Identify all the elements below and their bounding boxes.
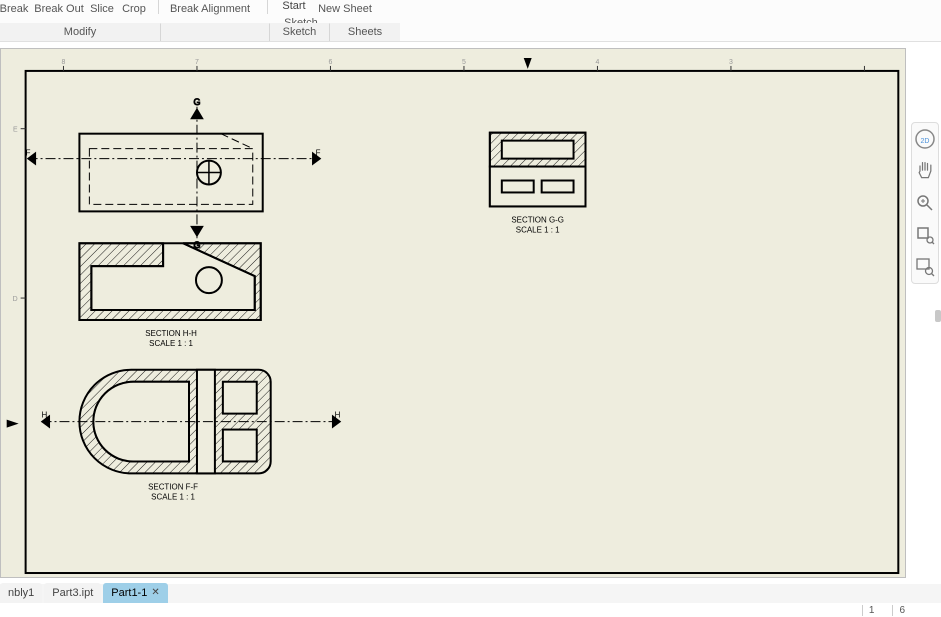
pan-hand-icon[interactable] <box>914 160 936 182</box>
svg-text:D: D <box>13 296 18 303</box>
section-f-f: H H SECTION F-F SCALE 1 : 1 <box>42 370 341 502</box>
start-sketch-button[interactable]: Start <box>272 0 316 14</box>
panel-sheets[interactable]: Sheets <box>330 23 400 41</box>
section-ff-scale: SCALE 1 : 1 <box>151 492 195 501</box>
marker-G-top: G <box>193 97 200 107</box>
status-page-current: 1 <box>862 605 881 616</box>
status-page-total: 6 <box>892 605 911 616</box>
ribbon-row-1: Break Break Out Slice Crop Break Alignme… <box>0 0 941 14</box>
svg-text:2D: 2D <box>921 138 930 145</box>
marker-H-left: H <box>42 411 48 420</box>
svg-text:8: 8 <box>62 59 66 66</box>
statusbar: 1 6 <box>0 603 941 617</box>
look-at-icon[interactable] <box>914 224 936 246</box>
ribbon-divider <box>267 0 268 14</box>
section-hh-scale: SCALE 1 : 1 <box>149 339 193 348</box>
svg-text:7: 7 <box>195 59 199 66</box>
marker-H-right: H <box>335 411 341 420</box>
zoom-window-icon[interactable] <box>914 256 936 278</box>
panel-sketch[interactable]: Sketch <box>270 23 330 41</box>
section-ff-title: SECTION F-F <box>148 482 198 491</box>
section-h-h: SECTION H-H SCALE 1 : 1 <box>79 243 260 348</box>
panel-ba-spacer <box>160 23 270 41</box>
cursor-marker-top <box>524 58 532 69</box>
close-icon[interactable]: ✕ <box>151 588 159 598</box>
svg-text:E: E <box>13 127 18 134</box>
drawing-sheet[interactable]: 8 7 6 5 4 3 E D <box>0 48 906 578</box>
svg-text:4: 4 <box>596 59 600 66</box>
svg-text:6: 6 <box>329 59 333 66</box>
start-sketch-top: Start <box>282 0 305 12</box>
cursor-marker-left <box>7 420 19 428</box>
ribbon-divider <box>158 0 159 14</box>
ribbon-panels: Modify Sketch Sheets <box>0 23 941 41</box>
tab-part1-1[interactable]: Part1-1 ✕ <box>103 583 167 603</box>
svg-text:5: 5 <box>462 59 466 66</box>
drawing-canvas-area: 8 7 6 5 4 3 E D <box>0 42 941 584</box>
document-tabs: nbly1 Part3.ipt Part1-1 ✕ <box>0 583 170 603</box>
section-gg-scale: SCALE 1 : 1 <box>516 225 560 234</box>
panel-modify[interactable]: Modify <box>0 23 160 41</box>
nav-2d-icon[interactable]: 2D <box>914 128 936 150</box>
top-plan-view: G G F F <box>26 97 321 250</box>
tab-assembly1[interactable]: nbly1 <box>0 583 42 603</box>
marker-F-right: F <box>316 149 321 158</box>
svg-text:3: 3 <box>729 59 733 66</box>
section-g-g: SECTION G-G SCALE 1 : 1 <box>490 133 586 235</box>
tab-part3[interactable]: Part3.ipt <box>44 583 101 603</box>
zoom-icon[interactable] <box>914 192 936 214</box>
section-gg-title: SECTION G-G <box>511 215 564 224</box>
marker-F-left: F <box>26 149 31 158</box>
section-hh-title: SECTION H-H <box>145 329 197 338</box>
scrollbar-vertical[interactable] <box>935 310 941 322</box>
ribbon: Break Break Out Slice Crop Break Alignme… <box>0 0 941 42</box>
navigation-bar: 2D <box>911 122 939 284</box>
